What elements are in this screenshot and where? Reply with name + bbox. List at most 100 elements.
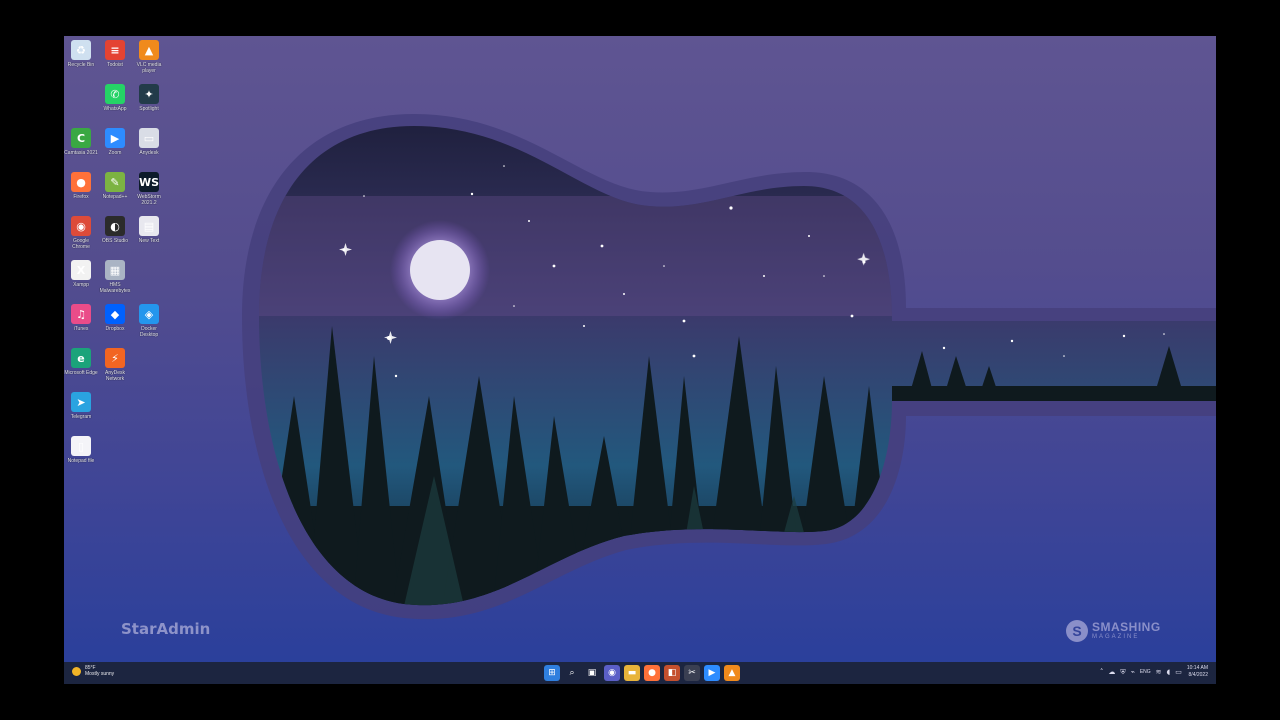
wallpaper-guitar-night — [242, 114, 1216, 620]
desktop-icon[interactable]: WS WebStorm 2021.2 — [132, 172, 166, 206]
desktop-icon-label: Notepad++ — [102, 194, 128, 200]
vlc-icon: ▲ — [139, 40, 159, 60]
desktop-icon[interactable]: ◉ Google Chrome — [64, 216, 98, 250]
desktop-icon[interactable]: ✦ Spotlight — [132, 84, 166, 112]
cloud-icon[interactable]: ☁ — [1108, 668, 1115, 676]
smashing-logo-icon: S — [1066, 620, 1088, 642]
desktop-icon[interactable]: ▤ New Text — [132, 216, 166, 244]
desktop-icon-label: Notepad file — [67, 458, 95, 464]
desktop-icon[interactable]: ♻ Recycle Bin — [64, 40, 98, 68]
camtasia-icon: C — [71, 128, 91, 148]
desktop-icon-label: Anydesk — [139, 150, 159, 156]
desktop-icon[interactable]: ◈ Docker Desktop — [132, 304, 166, 338]
snipping-tool-icon[interactable]: ✂ — [684, 665, 700, 681]
system-tray: ˄ ☁ ⛨ ⌁ ENG ≋ ◖ ▭ 10:14 AM 8/4/2022 — [1100, 665, 1208, 679]
desktop-icon[interactable]: ▦ HMS Malwarebytes — [98, 260, 132, 294]
desktop-icon[interactable]: ◐ OBS Studio — [98, 216, 132, 244]
desktop-icon-label: Dropbox — [105, 326, 125, 332]
anydesk-icon: ▭ — [139, 128, 159, 148]
dropbox-icon: ◆ — [105, 304, 125, 324]
desktop-icon[interactable]: ♫ iTunes — [64, 304, 98, 332]
desktop-icon-label: Zoom — [108, 150, 122, 156]
firefox-icon: ● — [71, 172, 91, 192]
chevron-up-icon[interactable]: ˄ — [1100, 668, 1104, 676]
firefox-icon[interactable]: ● — [644, 665, 660, 681]
document-icon: ▯ — [71, 436, 91, 456]
search-icon[interactable]: ⌕ — [564, 665, 580, 681]
itunes-icon: ♫ — [71, 304, 91, 324]
desktop-icon[interactable]: ➤ Telegram — [64, 392, 98, 420]
whatsapp-icon: ✆ — [105, 84, 125, 104]
desktop-icon-label: Telegram — [70, 414, 92, 420]
chrome-icon: ◉ — [71, 216, 91, 236]
desktop-icon-label: WebStorm 2021.2 — [137, 194, 161, 206]
desktop-icon[interactable]: X Xampp — [64, 260, 98, 288]
xampp-icon: X — [71, 260, 91, 280]
desktop-icon[interactable]: ▲ VLC media player — [132, 40, 166, 74]
clock-time: 10:14 AM — [1186, 665, 1208, 671]
battery-icon[interactable]: ▭ — [1175, 668, 1182, 676]
desktop-icon[interactable]: ⚡ AnyDesk Network — [98, 348, 132, 382]
desktop-icon-label: Todoist — [107, 62, 123, 68]
text-file-icon: ▤ — [139, 216, 159, 236]
sun-icon — [72, 666, 81, 676]
app-icon[interactable]: ◧ — [664, 665, 680, 681]
desktop-icon-label: Recycle Bin — [67, 62, 95, 68]
desktop-icon[interactable]: ◆ Dropbox — [98, 304, 132, 332]
zoom-icon: ▶ — [105, 128, 125, 148]
desktop-icon[interactable]: ▯ Notepad file — [64, 436, 98, 464]
task-view-icon[interactable]: ▣ — [584, 665, 600, 681]
zoom-icon[interactable]: ▶ — [704, 665, 720, 681]
volume-icon[interactable]: ◖ — [1167, 668, 1171, 676]
docker-icon: ◈ — [139, 304, 159, 324]
edge-icon: e — [71, 348, 91, 368]
desktop-icon-label: Docker Desktop — [139, 326, 159, 338]
recycle-bin-icon: ♻ — [71, 40, 91, 60]
smashing-magazine-watermark: S SMASHING MAGAZINE — [1066, 620, 1161, 642]
usb-icon[interactable]: ⌁ — [1131, 668, 1135, 676]
desktop-icon-label: VLC media player — [136, 62, 162, 74]
smashing-title: SMASHING — [1092, 620, 1161, 634]
desktop-icon-label: Google Chrome — [72, 238, 90, 250]
chat-icon[interactable]: ◉ — [604, 665, 620, 681]
smashing-subtitle: MAGAZINE — [1092, 634, 1140, 640]
desktop-icon[interactable]: ✆ WhatsApp — [98, 84, 132, 112]
file-explorer-icon[interactable]: ▬ — [624, 665, 640, 681]
desktop-icon[interactable]: ▶ Zoom — [98, 128, 132, 156]
desktop-screen: ♻ Recycle Bin ≡ Todoist ▲ VLC media player ✆ Wh… — [64, 36, 1216, 684]
webstorm-icon: WS — [139, 172, 159, 192]
desktop-icon-label: WhatsApp — [103, 106, 127, 112]
taskbar: 85°F Mostly sunny ⊞ ⌕ ▣ ◉ ▬ ● ◧ ✂ ▶ ▲ ˄ ☁ ⛨ ⌁ ENG… — [64, 662, 1216, 684]
desktop-icon[interactable]: ● Firefox — [64, 172, 98, 200]
desktop-icon[interactable]: ✎ Notepad++ — [98, 172, 132, 200]
desktop-icon-label: Camtasia 2021 — [64, 150, 98, 156]
desktop-icon-label: Firefox — [73, 194, 89, 200]
clock[interactable]: 10:14 AM 8/4/2022 — [1187, 665, 1208, 679]
weather-condition: Mostly sunny — [85, 671, 115, 677]
clock-date: 8/4/2022 — [1188, 672, 1208, 678]
shield-icon[interactable]: ⛨ — [1120, 668, 1125, 677]
wifi-icon[interactable]: ≋ — [1156, 668, 1162, 676]
desktop-icon-label: Spotlight — [139, 106, 159, 112]
obs-icon: ◐ — [105, 216, 125, 236]
desktop-icon-label: Microsoft Edge — [64, 370, 98, 376]
start-icon[interactable]: ⊞ — [544, 665, 560, 681]
staradmin-watermark: StarAdmin — [121, 620, 211, 638]
network-icon: ⚡ — [105, 348, 125, 368]
desktop-icon[interactable]: C Camtasia 2021 — [64, 128, 98, 156]
language-indicator[interactable]: ENG — [1140, 669, 1151, 675]
desktop-icon-label: Xampp — [73, 282, 89, 288]
desktop-icon-label: OBS Studio — [101, 238, 129, 244]
desktop-icon-label: HMS Malwarebytes — [99, 282, 131, 294]
desktop-icon[interactable]: e Microsoft Edge — [64, 348, 98, 376]
telegram-icon: ➤ — [71, 392, 91, 412]
notepad-icon: ✎ — [105, 172, 125, 192]
desktop-icon-label: New Text — [138, 238, 160, 244]
desktop-icon-label: AnyDesk Network — [104, 370, 125, 382]
desktop-icon[interactable]: ▭ Anydesk — [132, 128, 166, 156]
desktop-icon[interactable]: ≡ Todoist — [98, 40, 132, 68]
vlc-icon[interactable]: ▲ — [724, 665, 740, 681]
desktop-icon-label: iTunes — [73, 326, 89, 332]
weather-widget[interactable]: 85°F Mostly sunny — [72, 665, 114, 677]
malwarebytes-icon: ▦ — [105, 260, 125, 280]
